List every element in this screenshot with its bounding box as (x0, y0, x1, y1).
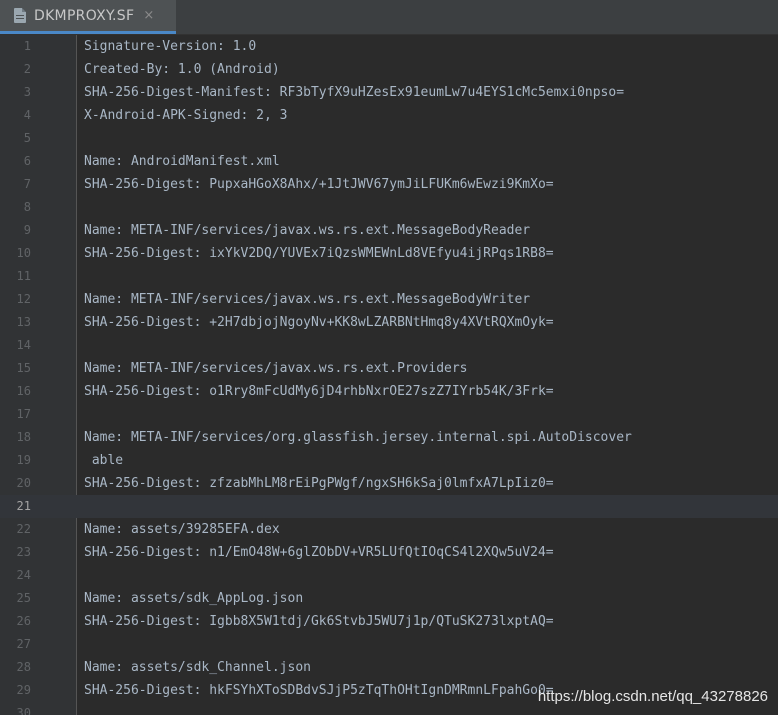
code-line[interactable]: 20 SHA-256-Digest: zfzabMhLM8rEiPgPWgf/ng… (0, 472, 778, 495)
tab-label: DKMPROXY.SF (34, 7, 135, 24)
line-text: Name: META-INF/services/javax.ws.rs.ext.… (84, 292, 531, 307)
line-number: 11 (16, 269, 31, 283)
code-line[interactable]: 12 Name: META-INF/services/javax.ws.rs.ex… (0, 288, 778, 311)
line-text: SHA-256-Digest: PupxaHGoX8Ahx/+1JtJWV67y… (84, 177, 554, 192)
tab-dkmproxy-sf[interactable]: DKMPROXY.SF × (0, 0, 176, 34)
line-text: Name: assets/sdk_AppLog.json (84, 591, 304, 606)
line-text: SHA-256-Digest: n1/EmO48W+6glZObDV+VR5LU… (84, 545, 554, 560)
line-number: 27 (16, 637, 31, 651)
code-line[interactable]: 27 (0, 633, 778, 656)
line-text: SHA-256-Digest-Manifest: RF3bTyfX9uHZesE… (84, 85, 625, 100)
line-number: 26 (16, 614, 31, 628)
line-text: Name: META-INF/services/javax.ws.rs.ext.… (84, 361, 468, 376)
code-line[interactable]: 22 Name: assets/39285EFA.dex (0, 518, 778, 541)
line-number: 18 (16, 430, 31, 444)
line-number: 30 (16, 706, 31, 715)
line-text: Name: META-INF/services/javax.ws.rs.ext.… (84, 223, 531, 238)
line-number: 19 (16, 453, 31, 467)
line-text: SHA-256-Digest: o1Rry8mFcUdMy6jD4rhbNxrO… (84, 384, 554, 399)
code-line[interactable]: 15 Name: META-INF/services/javax.ws.rs.ex… (0, 357, 778, 380)
line-text: Name: assets/sdk_Channel.json (84, 660, 311, 675)
editor-tab-bar: DKMPROXY.SF × (0, 0, 778, 35)
line-number: 28 (16, 660, 31, 674)
code-line[interactable]: 28 Name: assets/sdk_Channel.json (0, 656, 778, 679)
line-number: 16 (16, 384, 31, 398)
code-line[interactable]: 19 able (0, 449, 778, 472)
line-number: 9 (23, 223, 31, 237)
line-text: SHA-256-Digest: Igbb8X5W1tdj/Gk6StvbJ5WU… (84, 614, 554, 629)
code-line[interactable]: 11 (0, 265, 778, 288)
code-line[interactable]: 25 Name: assets/sdk_AppLog.json (0, 587, 778, 610)
line-number: 1 (23, 39, 31, 53)
line-number: 22 (16, 522, 31, 536)
code-line[interactable]: 16 SHA-256-Digest: o1Rry8mFcUdMy6jD4rhbNx… (0, 380, 778, 403)
line-number: 21 (16, 499, 31, 513)
code-line[interactable]: 1 Signature-Version: 1.0 (0, 35, 778, 58)
line-number: 15 (16, 361, 31, 375)
line-number: 10 (16, 246, 31, 260)
line-number: 23 (16, 545, 31, 559)
line-text: SHA-256-Digest: hkFSYhXToSDBdvSJjP5zTqTh… (84, 683, 554, 698)
code-line[interactable]: 14 (0, 334, 778, 357)
code-line[interactable]: 7 SHA-256-Digest: PupxaHGoX8Ahx/+1JtJWV67… (0, 173, 778, 196)
line-text: Name: META-INF/services/org.glassfish.je… (84, 430, 632, 445)
code-line[interactable]: 3 SHA-256-Digest-Manifest: RF3bTyfX9uHZes… (0, 81, 778, 104)
code-line[interactable]: 8 (0, 196, 778, 219)
line-number: 3 (23, 85, 31, 99)
line-number: 25 (16, 591, 31, 605)
line-number: 6 (23, 154, 31, 168)
code-line[interactable]: 26 SHA-256-Digest: Igbb8X5W1tdj/Gk6StvbJ5… (0, 610, 778, 633)
line-text: SHA-256-Digest: zfzabMhLM8rEiPgPWgf/ngxS… (84, 476, 554, 491)
line-text: SHA-256-Digest: +2H7dbjojNgoyNv+KK8wLZAR… (84, 315, 554, 330)
line-number: 20 (16, 476, 31, 490)
line-number: 5 (23, 131, 31, 145)
code-line[interactable]: 21 (0, 495, 778, 518)
code-line[interactable]: 4 X-Android-APK-Signed: 2, 3 (0, 104, 778, 127)
line-text: Signature-Version: 1.0 (84, 39, 257, 54)
line-text: able (84, 453, 124, 468)
code-line[interactable]: 2 Created-By: 1.0 (Android) (0, 58, 778, 81)
line-text: SHA-256-Digest: ixYkV2DQ/YUVEx7iQzsWMEWn… (84, 246, 554, 261)
close-icon[interactable]: × (143, 8, 154, 23)
code-editor[interactable]: 1 Signature-Version: 1.0 2 Created-By: 1.0 … (0, 35, 778, 715)
code-line[interactable]: 24 (0, 564, 778, 587)
line-number: 4 (23, 108, 31, 122)
code-line[interactable]: 13 SHA-256-Digest: +2H7dbjojNgoyNv+KK8wLZ… (0, 311, 778, 334)
line-number: 29 (16, 683, 31, 697)
watermark: https://blog.csdn.net/qq_43278826 (537, 688, 768, 705)
line-number: 17 (16, 407, 31, 421)
file-icon (14, 8, 26, 23)
line-number: 24 (16, 568, 31, 582)
line-number: 13 (16, 315, 31, 329)
code-line[interactable]: 18 Name: META-INF/services/org.glassfish.… (0, 426, 778, 449)
line-text: Name: AndroidManifest.xml (84, 154, 280, 169)
line-number: 14 (16, 338, 31, 352)
code-line[interactable]: 10 SHA-256-Digest: ixYkV2DQ/YUVEx7iQzsWME… (0, 242, 778, 265)
code-line[interactable]: 6 Name: AndroidManifest.xml (0, 150, 778, 173)
line-number: 2 (23, 62, 31, 76)
code-line[interactable]: 23 SHA-256-Digest: n1/EmO48W+6glZObDV+VR5… (0, 541, 778, 564)
line-text: Created-By: 1.0 (Android) (84, 62, 280, 77)
line-text: Name: assets/39285EFA.dex (84, 522, 280, 537)
code-line[interactable]: 17 (0, 403, 778, 426)
code-line[interactable]: 9 Name: META-INF/services/javax.ws.rs.ext… (0, 219, 778, 242)
line-number: 7 (23, 177, 31, 191)
code-line[interactable]: 5 (0, 127, 778, 150)
line-number: 12 (16, 292, 31, 306)
line-text: X-Android-APK-Signed: 2, 3 (84, 108, 288, 123)
line-number: 8 (23, 200, 31, 214)
